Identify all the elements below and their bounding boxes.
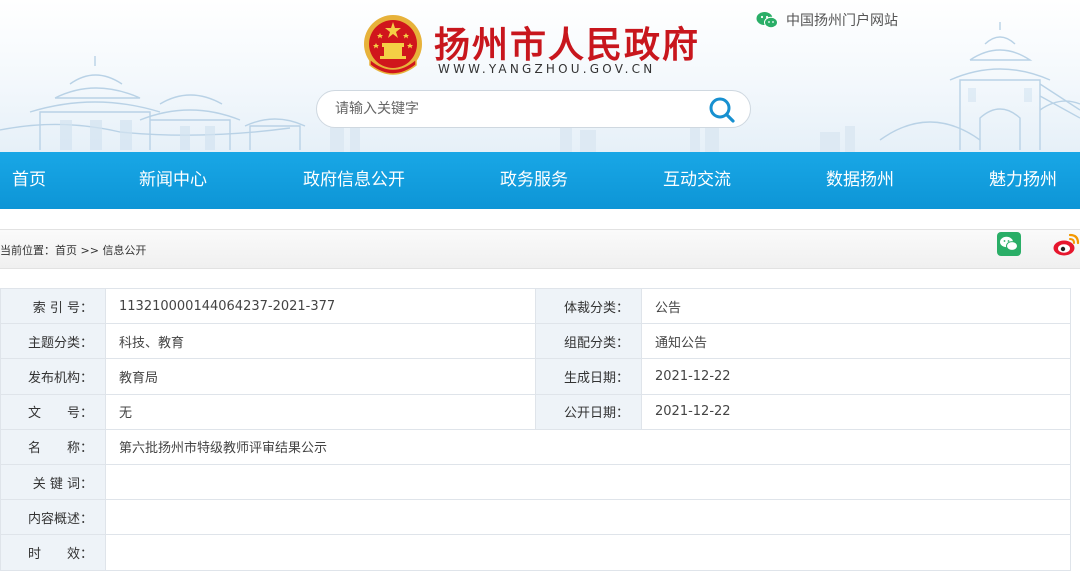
main-nav: 首页 新闻中心 政府信息公开 政务服务 互动交流 数据扬州 魅力扬州: [0, 152, 1080, 209]
table-row: 内容概述：: [0, 499, 1071, 536]
breadcrumb-current[interactable]: 信息公开: [102, 244, 146, 257]
index-value: 113210000144064237-2021-377: [105, 287, 536, 325]
document-info-table: 索 引 号： 113210000144064237-2021-377 体裁分类：…: [0, 287, 1071, 571]
keywords-value: [105, 463, 1071, 501]
breadcrumb-separator: >>: [77, 244, 103, 257]
nav-item-data[interactable]: 数据扬州: [826, 152, 894, 209]
group-label: 组配分类：: [535, 323, 642, 360]
table-row: 文 号： 无 公开日期： 2021-12-22: [0, 393, 1071, 430]
breadcrumb: 当前位置：首页 >> 信息公开: [0, 242, 146, 258]
genre-value: 公告: [641, 287, 1071, 325]
breadcrumb-bar: 当前位置：首页 >> 信息公开: [0, 229, 1080, 269]
summary-label: 内容概述：: [0, 499, 106, 536]
portal-link-label: 中国扬州门户网站: [786, 13, 898, 29]
keywords-label: 关 键 词：: [0, 463, 106, 501]
genre-label: 体裁分类：: [535, 287, 642, 325]
portal-link[interactable]: 中国扬州门户网站: [756, 10, 898, 30]
name-label: 名 称：: [0, 428, 106, 465]
validity-label: 时 效：: [0, 534, 106, 571]
nav-item-interaction[interactable]: 互动交流: [663, 152, 731, 209]
published-date-value: 2021-12-22: [641, 393, 1071, 430]
publisher-label: 发布机构：: [0, 358, 106, 395]
nav-item-news[interactable]: 新闻中心: [139, 152, 207, 209]
topic-label: 主题分类：: [0, 323, 106, 360]
national-emblem-icon: [364, 15, 422, 75]
published-date-label: 公开日期：: [535, 393, 642, 430]
table-row: 关 键 词：: [0, 463, 1071, 501]
table-row: 时 效：: [0, 534, 1071, 571]
index-label: 索 引 号：: [0, 287, 106, 325]
doc-number-value: 无: [105, 393, 536, 430]
wechat-share-icon[interactable]: [997, 232, 1021, 256]
doc-number-label: 文 号：: [0, 393, 106, 430]
table-row: 索 引 号： 113210000144064237-2021-377 体裁分类：…: [0, 287, 1071, 325]
topic-value: 科技、教育: [105, 323, 536, 360]
name-value: 第六批扬州市特级教师评审结果公示: [105, 428, 1071, 465]
site-header: 扬州市人民政府 WWW.YANGZHOU.GOV.CN 中国扬州门户网站: [0, 0, 1080, 152]
weibo-share-icon[interactable]: [1052, 232, 1080, 258]
table-row: 发布机构： 教育局 生成日期： 2021-12-22: [0, 358, 1071, 395]
breadcrumb-prefix: 当前位置：: [0, 244, 55, 257]
table-row: 名 称： 第六批扬州市特级教师评审结果公示: [0, 428, 1071, 465]
wechat-icon: [756, 12, 778, 29]
created-date-label: 生成日期：: [535, 358, 642, 395]
summary-value: [105, 499, 1071, 536]
group-value: 通知公告: [641, 323, 1071, 360]
nav-item-charm[interactable]: 魅力扬州: [989, 152, 1057, 209]
created-date-value: 2021-12-22: [641, 358, 1071, 395]
table-row: 主题分类： 科技、教育 组配分类： 通知公告: [0, 323, 1071, 360]
nav-item-gov-info[interactable]: 政府信息公开: [303, 152, 405, 209]
publisher-value: 教育局: [105, 358, 536, 395]
site-url: WWW.YANGZHOU.GOV.CN: [438, 62, 656, 76]
search-icon[interactable]: [708, 96, 736, 124]
nav-item-home[interactable]: 首页: [12, 152, 46, 209]
search-bar: [316, 90, 751, 128]
breadcrumb-home[interactable]: 首页: [55, 244, 77, 257]
validity-value: [105, 534, 1071, 571]
nav-item-services[interactable]: 政务服务: [500, 152, 568, 209]
search-input[interactable]: [335, 99, 695, 119]
site-title: 扬州市人民政府: [434, 24, 701, 66]
